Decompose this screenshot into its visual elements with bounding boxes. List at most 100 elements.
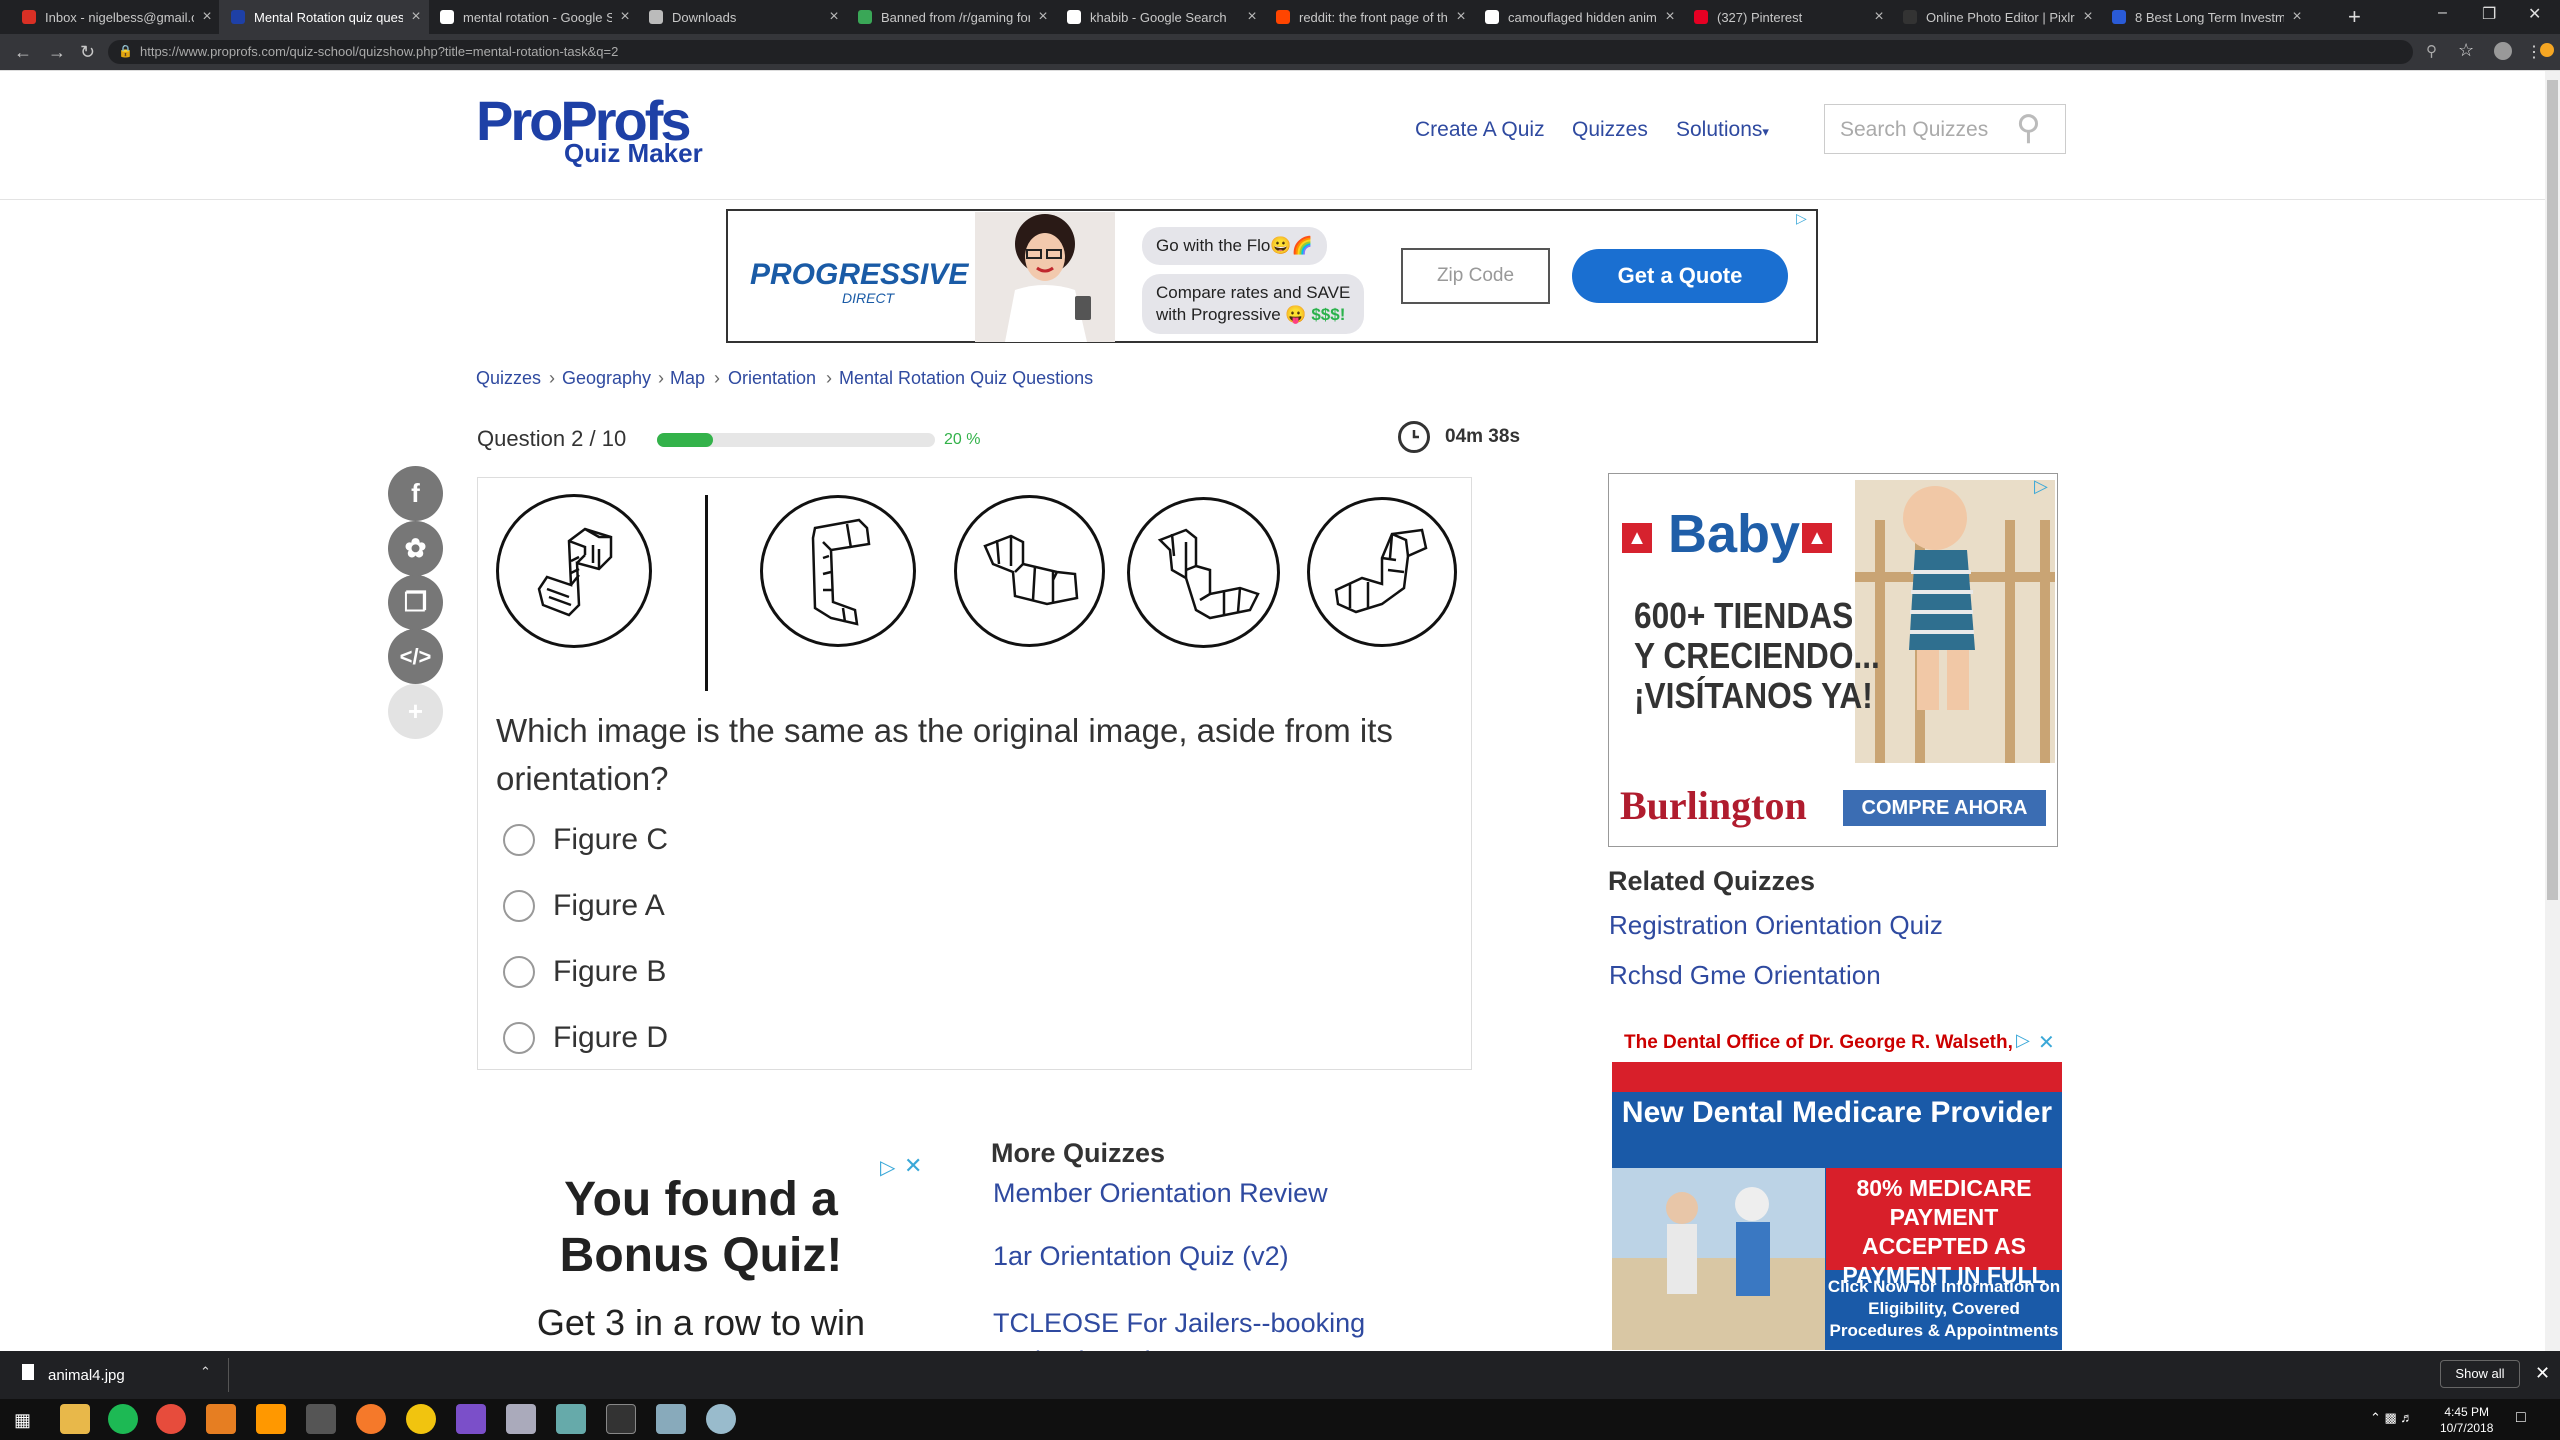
new-tab-button[interactable]: + bbox=[2348, 4, 2361, 30]
close-tab-icon[interactable]: × bbox=[821, 8, 847, 26]
spotify-icon[interactable] bbox=[108, 1404, 138, 1434]
app-icon[interactable] bbox=[706, 1404, 736, 1434]
blender-icon[interactable] bbox=[356, 1404, 386, 1434]
close-window-button[interactable]: ✕ bbox=[2528, 4, 2541, 24]
facebook-icon[interactable]: f bbox=[388, 466, 443, 521]
restore-button[interactable]: ❐ bbox=[2482, 4, 2496, 24]
close-tab-icon[interactable]: × bbox=[612, 8, 638, 26]
close-tab-icon[interactable]: × bbox=[194, 8, 220, 26]
app-icon[interactable] bbox=[656, 1404, 686, 1434]
close-tab-icon[interactable]: × bbox=[1866, 8, 1892, 26]
get-quote-button[interactable]: Get a Quote bbox=[1572, 249, 1788, 303]
zip-code-input[interactable]: Zip Code bbox=[1401, 248, 1550, 304]
copy-icon[interactable]: ❐ bbox=[388, 575, 443, 630]
favicon-icon bbox=[1485, 10, 1499, 24]
browser-tab[interactable]: mental rotation - Google Search× bbox=[428, 0, 638, 34]
more-quiz-link[interactable]: 1ar Orientation Quiz (v2) bbox=[993, 1241, 1289, 1272]
app-icon[interactable] bbox=[506, 1404, 536, 1434]
minimize-button[interactable]: – bbox=[2438, 4, 2447, 22]
close-tab-icon[interactable]: × bbox=[2284, 8, 2310, 26]
radio-button[interactable] bbox=[503, 824, 535, 856]
forward-icon[interactable]: → bbox=[48, 42, 66, 63]
compre-ahora-button[interactable]: COMPRE AHORA bbox=[1843, 790, 2046, 826]
breadcrumb-map[interactable]: Map bbox=[670, 368, 705, 389]
app-icon[interactable] bbox=[556, 1404, 586, 1434]
plus-icon[interactable]: + bbox=[388, 684, 443, 739]
browser-tab[interactable]: khabib - Google Search × bbox=[1055, 0, 1265, 34]
zoom-icon[interactable]: ⚲ bbox=[2426, 42, 2437, 60]
answer-option[interactable]: Figure C bbox=[503, 820, 668, 860]
file-explorer-icon[interactable] bbox=[60, 1404, 90, 1434]
close-tab-icon[interactable]: × bbox=[2075, 8, 2101, 26]
close-tab-icon[interactable]: × bbox=[1030, 8, 1056, 26]
bookmark-star-icon[interactable]: ☆ bbox=[2458, 40, 2474, 61]
clock-icon bbox=[1398, 421, 1430, 453]
close-tab-icon[interactable]: × bbox=[1657, 8, 1683, 26]
more-quiz-link[interactable]: TCLEOSE For Jailers--booking And Orienta… bbox=[993, 1304, 1413, 1351]
nav-quizzes[interactable]: Quizzes bbox=[1572, 118, 1648, 142]
close-tab-icon[interactable]: × bbox=[1448, 8, 1474, 26]
answer-option[interactable]: Figure A bbox=[503, 886, 665, 926]
visual-studio-icon[interactable] bbox=[456, 1404, 486, 1434]
browser-tab[interactable]: Mental Rotation quiz questions× bbox=[219, 0, 429, 34]
radio-button[interactable] bbox=[503, 956, 535, 988]
twitter-icon[interactable]: ✿ bbox=[388, 521, 443, 576]
dental-ad-footer: Click Now for Information on Eligibility… bbox=[1827, 1277, 2061, 1340]
embed-icon[interactable]: </> bbox=[388, 629, 443, 684]
breadcrumb-orientation[interactable]: Orientation bbox=[728, 368, 816, 389]
windows-start-icon[interactable]: ▦ bbox=[14, 1410, 31, 1431]
breadcrumb-geography[interactable]: Geography bbox=[562, 368, 651, 389]
radio-button[interactable] bbox=[503, 890, 535, 922]
close-tab-icon[interactable]: × bbox=[1239, 8, 1265, 26]
update-indicator-icon[interactable] bbox=[2540, 43, 2554, 57]
taskbar-clock[interactable]: 4:45 PM 10/7/2018 bbox=[2440, 1404, 2493, 1436]
reload-icon[interactable]: ↻ bbox=[80, 42, 95, 63]
download-file[interactable]: animal4.jpg bbox=[48, 1367, 125, 1384]
adchoices-icon[interactable]: ▷ bbox=[1796, 210, 1807, 227]
chrome-icon[interactable] bbox=[156, 1404, 186, 1434]
browser-tab[interactable]: Banned from /r/gaming for × bbox=[846, 0, 1056, 34]
app-icon[interactable] bbox=[406, 1404, 436, 1434]
back-icon[interactable]: ← bbox=[14, 42, 32, 63]
url-input[interactable]: https://www.proprofs.com/quiz-school/qui… bbox=[108, 40, 2413, 64]
browser-tab[interactable]: Downloads × bbox=[637, 0, 847, 34]
adchoices-icon[interactable]: ▷ bbox=[2016, 1030, 2030, 1051]
browser-tab[interactable]: reddit: the front page of the × bbox=[1264, 0, 1474, 34]
breadcrumb-separator: › bbox=[826, 368, 832, 388]
nav-create-quiz[interactable]: Create A Quiz bbox=[1415, 118, 1545, 142]
browser-tab[interactable]: Inbox - nigelbess@gmail.com× bbox=[10, 0, 220, 34]
browser-tab[interactable]: (327) Pinterest × bbox=[1682, 0, 1892, 34]
search-icon[interactable]: ⚲ bbox=[2016, 108, 2056, 148]
related-quiz-link[interactable]: Rchsd Gme Orientation bbox=[1609, 960, 1881, 991]
sublime-icon[interactable] bbox=[256, 1404, 286, 1434]
answer-option[interactable]: Figure D bbox=[503, 1018, 668, 1058]
breadcrumb-quizzes[interactable]: Quizzes bbox=[476, 368, 541, 389]
profile-avatar[interactable] bbox=[2494, 42, 2512, 60]
bonus-quiz-subtitle[interactable]: Get 3 in a row to win bbox=[483, 1302, 919, 1344]
answer-option[interactable]: Figure B bbox=[503, 952, 666, 992]
unity-icon[interactable] bbox=[306, 1404, 336, 1434]
breadcrumb-current[interactable]: Mental Rotation Quiz Questions bbox=[839, 368, 1093, 389]
show-all-button[interactable]: Show all bbox=[2440, 1360, 2520, 1388]
bonus-quiz-title[interactable]: You found a Bonus Quiz! bbox=[483, 1172, 919, 1284]
browser-tab[interactable]: Online Photo Editor | Pixlr E × bbox=[1891, 0, 2101, 34]
matlab-icon[interactable] bbox=[206, 1404, 236, 1434]
browser-tab[interactable]: camouflaged hidden animals × bbox=[1473, 0, 1683, 34]
system-tray-icons[interactable]: ⌃ ▩ ♬ bbox=[2370, 1410, 2413, 1426]
radio-button[interactable] bbox=[503, 1022, 535, 1054]
scrollbar-thumb[interactable] bbox=[2547, 80, 2558, 900]
related-quiz-link[interactable]: Registration Orientation Quiz bbox=[1609, 910, 1943, 941]
chevron-up-icon[interactable]: ⌃ bbox=[200, 1364, 211, 1380]
more-quiz-link[interactable]: Member Orientation Review bbox=[993, 1178, 1328, 1209]
browser-tab-label: Inbox - nigelbess@gmail.com bbox=[45, 9, 194, 25]
adchoices-icon[interactable]: ▷ bbox=[2034, 476, 2048, 497]
close-icon[interactable]: ✕ bbox=[2535, 1363, 2550, 1384]
close-ad-icon[interactable]: ✕ bbox=[2038, 1030, 2055, 1055]
baby-ad-text: 600+ TIENDAS Y CRECIENDO... ¡VISÍTANOS Y… bbox=[1634, 596, 1880, 716]
browser-tab[interactable]: 8 Best Long Term Investments× bbox=[2100, 0, 2310, 34]
close-tab-icon[interactable]: × bbox=[403, 8, 429, 26]
terminal-icon[interactable] bbox=[606, 1404, 636, 1434]
notification-icon[interactable]: □ bbox=[2516, 1409, 2526, 1427]
nav-solutions[interactable]: Solutions▾ bbox=[1676, 118, 1769, 142]
logo-subtitle[interactable]: Quiz Maker bbox=[564, 138, 703, 169]
